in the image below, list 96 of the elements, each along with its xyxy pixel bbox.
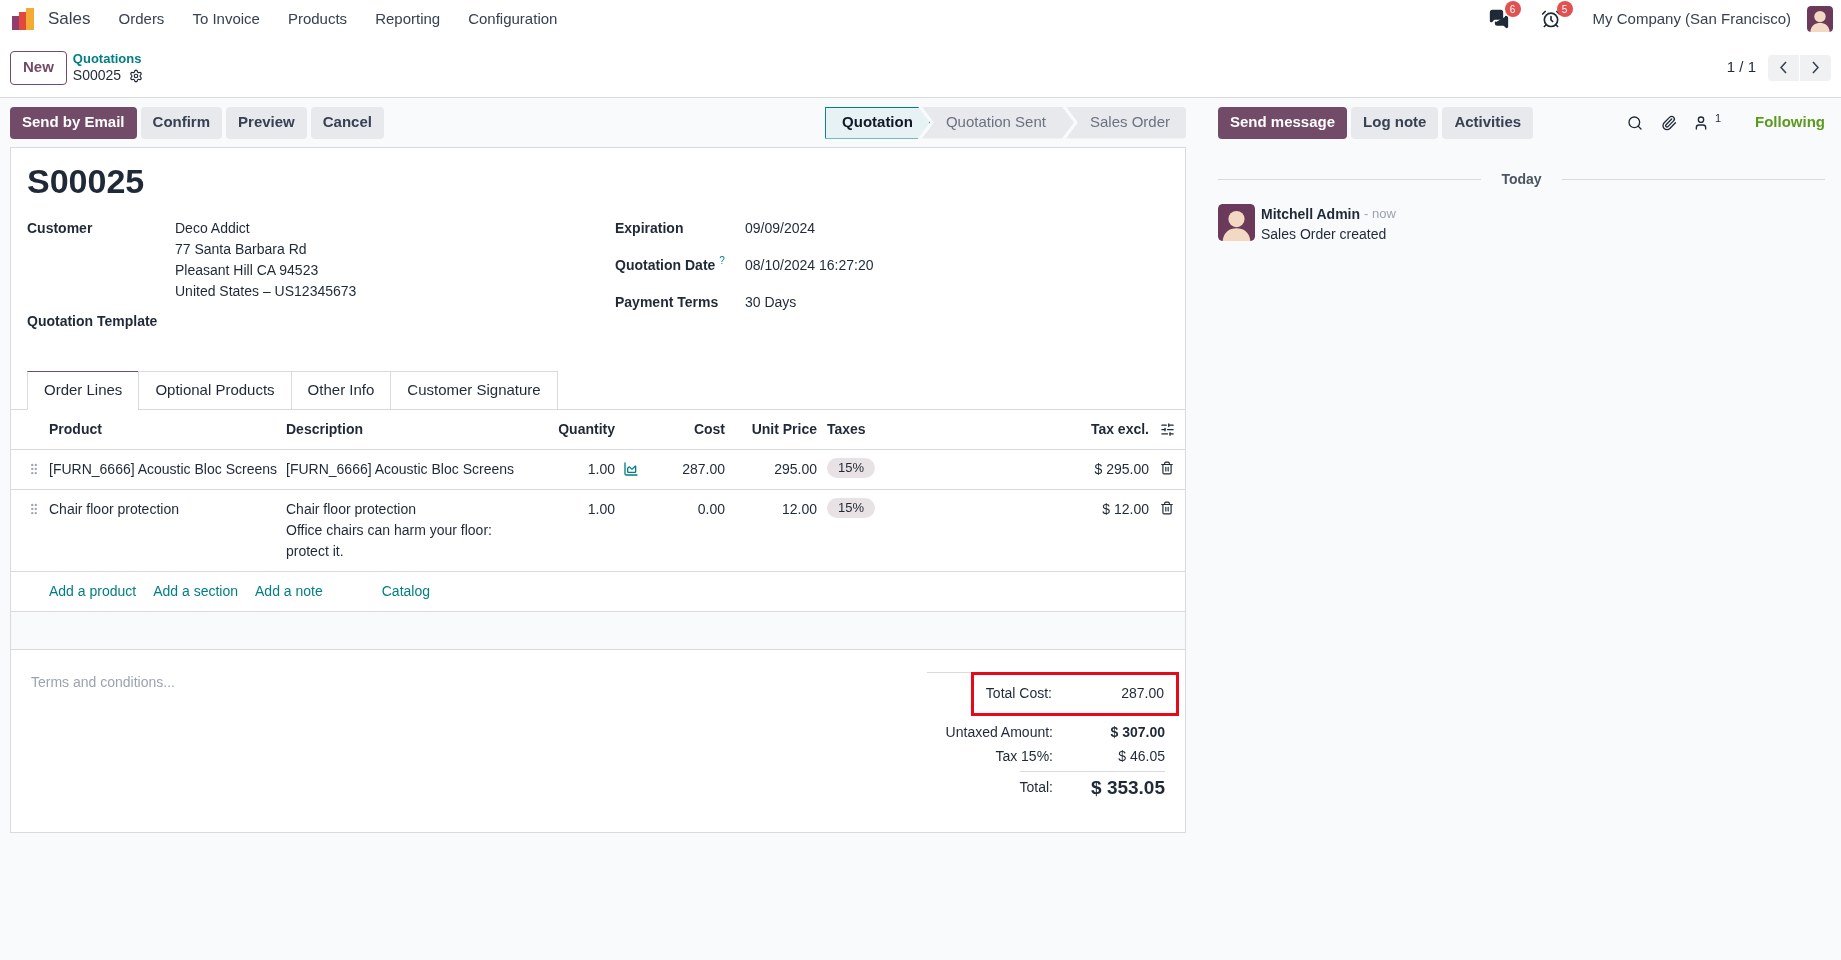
total-label: Tax 15%: bbox=[995, 746, 1054, 766]
form-tab[interactable]: Customer Signature bbox=[390, 371, 558, 410]
status-step[interactable]: Quotation bbox=[825, 106, 930, 139]
total-label: Total: bbox=[1019, 778, 1054, 798]
notification-badge: 5 bbox=[1556, 1, 1573, 17]
forecast-chart-icon[interactable] bbox=[623, 460, 639, 477]
field-value[interactable]: Deco Addict bbox=[175, 218, 357, 239]
table-cell: $ 12.00 bbox=[982, 489, 1149, 571]
table-cell: Chair floor protection bbox=[49, 489, 286, 571]
add-line-link[interactable]: Catalog bbox=[381, 580, 430, 602]
table-cell-text: protect it. bbox=[286, 541, 345, 561]
help-mark[interactable]: ? bbox=[719, 255, 725, 267]
chevron-right-icon bbox=[1812, 61, 1819, 74]
field-label: Expiration bbox=[615, 219, 684, 238]
search-icon[interactable] bbox=[1626, 114, 1643, 131]
table-cell-text: Chair floor protection bbox=[286, 499, 417, 519]
column-header[interactable]: Product bbox=[49, 410, 286, 449]
field-value[interactable]: 30 Days bbox=[745, 292, 797, 313]
table-cell: 295.00 bbox=[725, 449, 817, 489]
total-label: Untaxed Amount: bbox=[945, 722, 1054, 742]
chevron-left-icon bbox=[1780, 61, 1787, 74]
followers-count[interactable]: 1 bbox=[1714, 112, 1721, 124]
menu-item[interactable]: Orders bbox=[118, 7, 165, 31]
field-label: Quotation Template bbox=[27, 312, 159, 331]
notification-badge: 6 bbox=[1504, 1, 1521, 17]
form-tab[interactable]: Order Lines bbox=[27, 371, 140, 410]
menu-item[interactable]: To Invoice bbox=[192, 7, 260, 31]
field-label: Customer bbox=[27, 219, 94, 238]
chatter-button[interactable]: Log note bbox=[1351, 106, 1439, 139]
pager-value[interactable]: 1 / 1 bbox=[1726, 56, 1756, 79]
app-logo-icon[interactable] bbox=[12, 8, 36, 30]
status-step[interactable]: Sales Order bbox=[1065, 106, 1186, 139]
status-step[interactable]: Quotation Sent bbox=[921, 106, 1074, 139]
action-button[interactable]: Preview bbox=[226, 106, 307, 139]
chat-icon[interactable] bbox=[1488, 9, 1509, 29]
message-body: Sales Order created bbox=[1261, 225, 1388, 244]
avatar-icon bbox=[1807, 6, 1833, 32]
field-value: Pleasant Hill CA 94523 bbox=[175, 261, 320, 280]
date-separator: Today bbox=[1500, 170, 1543, 189]
field-value: 77 Santa Barbara Rd bbox=[175, 240, 308, 259]
table-cell: 1.00 bbox=[536, 449, 615, 489]
column-header[interactable]: Tax excl. bbox=[982, 410, 1149, 449]
column-header[interactable]: Description bbox=[286, 410, 536, 449]
company-name[interactable]: My Company (San Francisco) bbox=[1592, 7, 1791, 31]
record-name: S00025 bbox=[72, 66, 122, 85]
new-button[interactable]: New bbox=[10, 50, 67, 85]
total-value: 287.00 bbox=[1120, 684, 1164, 703]
delete-icon[interactable] bbox=[1160, 500, 1174, 515]
table-cell: 0.00 bbox=[655, 489, 725, 571]
add-line-link[interactable]: Add a note bbox=[255, 580, 323, 602]
total-label: Total Cost: bbox=[985, 684, 1053, 703]
table-cell: 1.00 bbox=[536, 489, 615, 571]
table-cell: [FURN_6666] Acoustic Bloc Screens bbox=[49, 449, 286, 489]
settings-icon[interactable] bbox=[129, 68, 144, 83]
menu-item[interactable]: Products bbox=[287, 7, 348, 31]
table-cell: 12.00 bbox=[725, 489, 817, 571]
column-header[interactable]: Unit Price bbox=[725, 410, 817, 449]
action-button[interactable]: Confirm bbox=[140, 106, 223, 139]
paperclip-icon[interactable] bbox=[1660, 114, 1677, 131]
table-cell: 287.00 bbox=[655, 449, 725, 489]
add-line-link[interactable]: Add a section bbox=[153, 580, 238, 602]
total-value: $ 46.05 bbox=[1117, 746, 1165, 766]
table-cell-text: [FURN_6666] Acoustic Bloc Screens bbox=[286, 459, 515, 479]
total-value: $ 353.05 bbox=[1090, 775, 1165, 800]
next-button[interactable] bbox=[1800, 54, 1831, 81]
message-time: - now bbox=[1364, 205, 1396, 223]
field-value[interactable]: 09/09/2024 bbox=[745, 218, 816, 239]
delete-icon[interactable] bbox=[1160, 460, 1174, 475]
column-header[interactable]: Taxes bbox=[817, 410, 983, 449]
field-value: United States – US12345673 bbox=[175, 282, 357, 301]
table-cell-text: Office chairs can harm your floor: bbox=[286, 520, 493, 540]
tax-tag: 15% bbox=[827, 457, 876, 478]
menu-item[interactable]: Reporting bbox=[375, 7, 441, 31]
chatter-button[interactable]: Send message bbox=[1218, 106, 1348, 139]
tax-tag: 15% bbox=[827, 497, 876, 518]
chatter-button[interactable]: Activities bbox=[1442, 106, 1534, 139]
add-line-link[interactable]: Add a product bbox=[49, 580, 137, 602]
column-settings-icon[interactable] bbox=[1159, 421, 1175, 437]
total-value: $ 307.00 bbox=[1109, 722, 1165, 742]
action-button[interactable]: Cancel bbox=[310, 106, 384, 139]
table-cell: $ 295.00 bbox=[982, 449, 1149, 489]
message-author[interactable]: Mitchell Admin bbox=[1261, 204, 1361, 224]
breadcrumb-link[interactable]: Quotations bbox=[72, 50, 144, 67]
avatar-icon bbox=[1218, 204, 1255, 241]
record-title: S00025 bbox=[27, 164, 146, 198]
column-header[interactable]: Cost bbox=[655, 410, 725, 449]
form-tab[interactable]: Optional Products bbox=[138, 371, 292, 410]
field-label: Payment Terms bbox=[615, 293, 719, 312]
app-name[interactable]: Sales bbox=[48, 6, 91, 32]
menu-item[interactable]: Configuration bbox=[468, 7, 558, 31]
action-button[interactable]: Send by Email bbox=[10, 106, 137, 139]
column-header[interactable]: Quantity bbox=[536, 410, 615, 449]
field-label: Quotation Date bbox=[615, 256, 716, 275]
clock-icon[interactable] bbox=[1540, 9, 1561, 29]
previous-button[interactable] bbox=[1768, 54, 1799, 81]
field-value[interactable]: 08/10/2024 16:27:20 bbox=[745, 255, 874, 276]
